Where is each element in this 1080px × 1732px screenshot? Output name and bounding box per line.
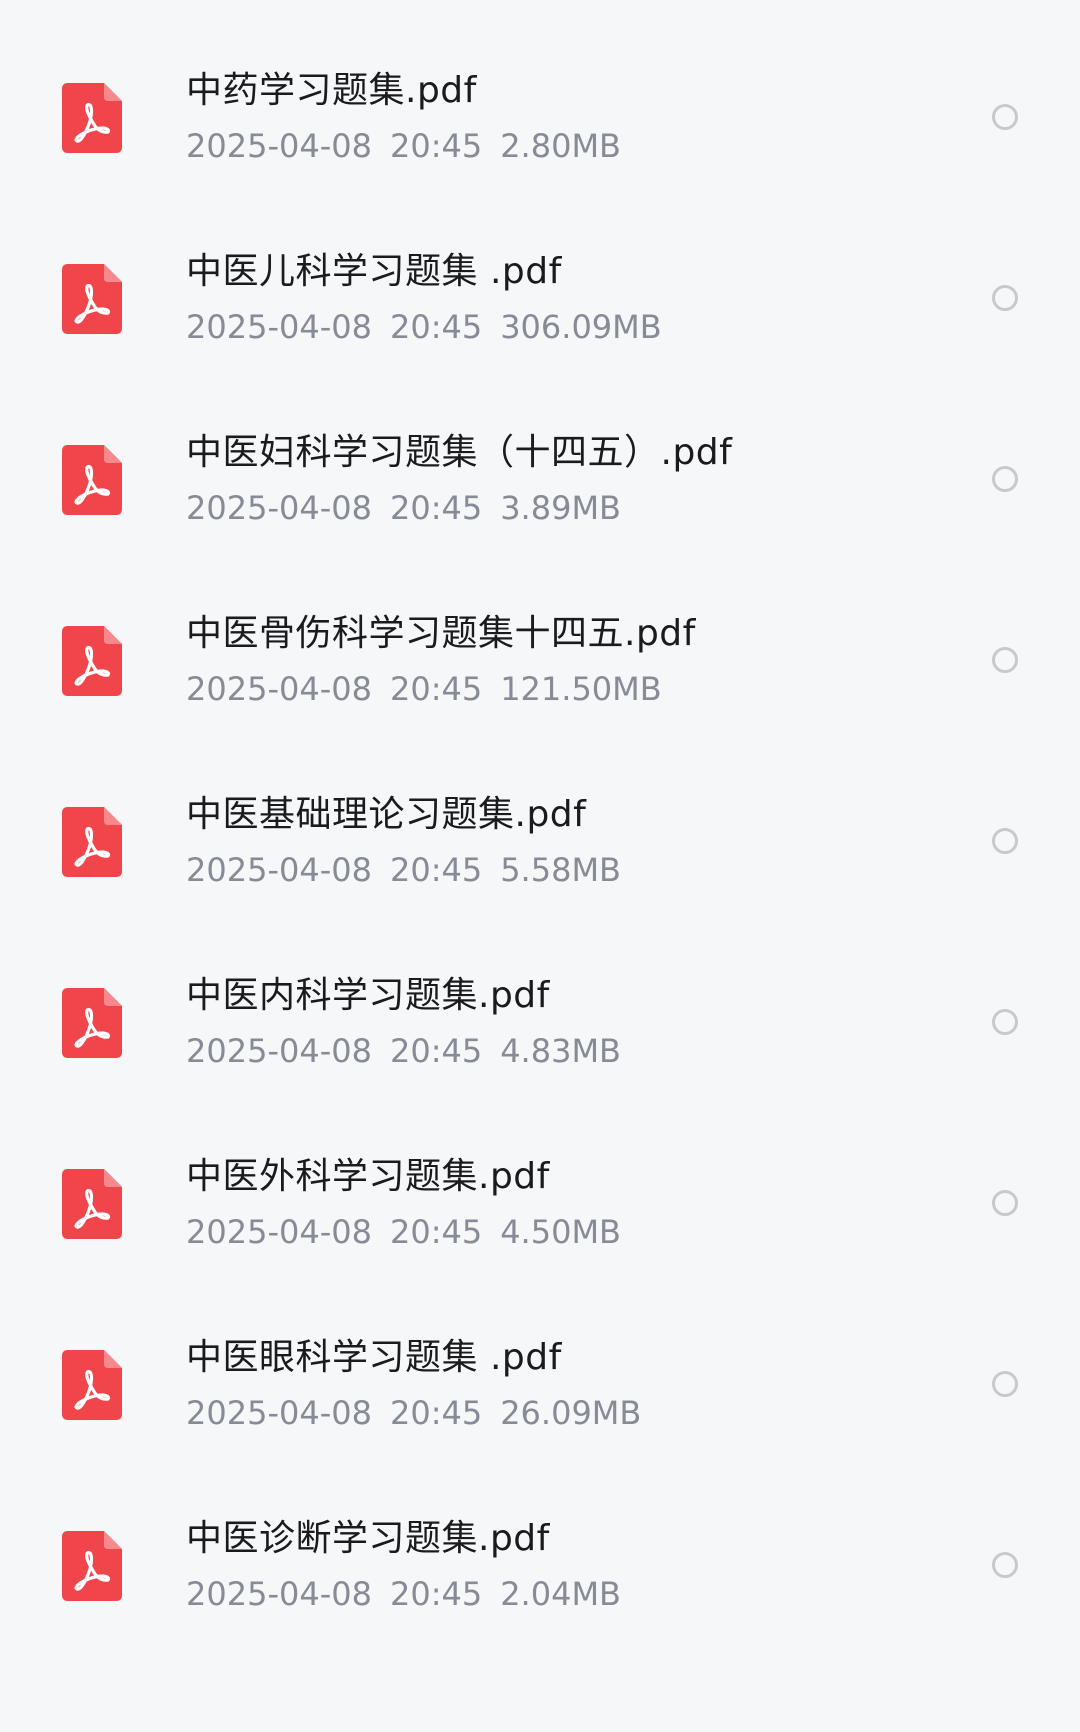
file-time: 20:45 <box>389 127 483 165</box>
file-time: 20:45 <box>389 670 483 708</box>
file-row[interactable]: 中药学习题集.pdf 2025-04-08 20:45 2.80MB <box>0 28 1080 209</box>
file-size: 2.80MB <box>500 127 621 165</box>
file-size: 4.83MB <box>500 1032 621 1070</box>
select-radio[interactable] <box>992 1552 1018 1578</box>
file-time: 20:45 <box>389 308 483 346</box>
file-row[interactable]: 中医诊断学习题集.pdf 2025-04-08 20:45 2.04MB <box>0 1476 1080 1657</box>
select-radio[interactable] <box>992 828 1018 854</box>
file-meta: 2025-04-08 20:45 3.89MB <box>186 488 960 528</box>
file-date: 2025-04-08 <box>186 670 372 708</box>
file-date: 2025-04-08 <box>186 127 372 165</box>
select-radio[interactable] <box>992 1371 1018 1397</box>
file-date: 2025-04-08 <box>186 1394 372 1432</box>
file-meta: 2025-04-08 20:45 4.83MB <box>186 1031 960 1071</box>
file-meta: 2025-04-08 20:45 2.04MB <box>186 1574 960 1614</box>
file-name: 中医基础理论习题集.pdf <box>186 794 587 835</box>
pdf-icon <box>62 1169 122 1239</box>
file-info: 中医内科学习题集.pdf 2025-04-08 20:45 4.83MB <box>186 973 960 1071</box>
file-time: 20:45 <box>389 1394 483 1432</box>
file-name: 中医眼科学习题集 .pdf <box>186 1337 562 1378</box>
pdf-icon <box>62 264 122 334</box>
pdf-icon <box>62 626 122 696</box>
file-info: 中医妇科学习题集（十四五）.pdf 2025-04-08 20:45 3.89MB <box>186 430 960 528</box>
file-row[interactable]: 中医外科学习题集.pdf 2025-04-08 20:45 4.50MB <box>0 1114 1080 1295</box>
file-time: 20:45 <box>389 851 483 889</box>
file-size: 4.50MB <box>500 1213 621 1251</box>
file-time: 20:45 <box>389 1032 483 1070</box>
file-size: 2.04MB <box>500 1575 621 1613</box>
file-meta: 2025-04-08 20:45 4.50MB <box>186 1212 960 1252</box>
file-meta: 2025-04-08 20:45 306.09MB <box>186 307 960 347</box>
pdf-icon <box>62 988 122 1058</box>
file-info: 中医眼科学习题集 .pdf 2025-04-08 20:45 26.09MB <box>186 1335 960 1433</box>
file-name: 中医儿科学习题集 .pdf <box>186 251 562 292</box>
file-size: 5.58MB <box>500 851 621 889</box>
select-radio[interactable] <box>992 104 1018 130</box>
pdf-icon <box>62 83 122 153</box>
file-date: 2025-04-08 <box>186 1032 372 1070</box>
file-name: 中医妇科学习题集（十四五）.pdf <box>186 432 733 473</box>
file-info: 中医外科学习题集.pdf 2025-04-08 20:45 4.50MB <box>186 1154 960 1252</box>
select-radio[interactable] <box>992 1190 1018 1216</box>
file-info: 中医儿科学习题集 .pdf 2025-04-08 20:45 306.09MB <box>186 249 960 347</box>
file-meta: 2025-04-08 20:45 26.09MB <box>186 1393 960 1433</box>
pdf-icon <box>62 1531 122 1601</box>
pdf-icon <box>62 807 122 877</box>
file-info: 中医基础理论习题集.pdf 2025-04-08 20:45 5.58MB <box>186 792 960 890</box>
file-row[interactable]: 中医内科学习题集.pdf 2025-04-08 20:45 4.83MB <box>0 933 1080 1114</box>
file-row[interactable]: 中医基础理论习题集.pdf 2025-04-08 20:45 5.58MB <box>0 752 1080 933</box>
file-date: 2025-04-08 <box>186 489 372 527</box>
file-size: 3.89MB <box>500 489 621 527</box>
file-time: 20:45 <box>389 489 483 527</box>
file-date: 2025-04-08 <box>186 1213 372 1251</box>
file-time: 20:45 <box>389 1575 483 1613</box>
file-name: 中医内科学习题集.pdf <box>186 975 550 1016</box>
select-radio[interactable] <box>992 647 1018 673</box>
pdf-icon <box>62 1350 122 1420</box>
select-radio[interactable] <box>992 1009 1018 1035</box>
file-size: 306.09MB <box>500 308 662 346</box>
select-radio[interactable] <box>992 466 1018 492</box>
file-meta: 2025-04-08 20:45 5.58MB <box>186 850 960 890</box>
file-date: 2025-04-08 <box>186 851 372 889</box>
file-row[interactable]: 中医骨伤科学习题集十四五.pdf 2025-04-08 20:45 121.50MB <box>0 571 1080 752</box>
file-info: 中药学习题集.pdf 2025-04-08 20:45 2.80MB <box>186 68 960 166</box>
file-name: 中医骨伤科学习题集十四五.pdf <box>186 613 696 654</box>
file-list: 中药学习题集.pdf 2025-04-08 20:45 2.80MB 中医儿科学习题… <box>0 0 1080 1732</box>
file-row[interactable]: 中医妇科学习题集（十四五）.pdf 2025-04-08 20:45 3.89MB <box>0 390 1080 571</box>
file-date: 2025-04-08 <box>186 1575 372 1613</box>
file-row[interactable]: 中医儿科学习题集 .pdf 2025-04-08 20:45 306.09MB <box>0 209 1080 390</box>
file-meta: 2025-04-08 20:45 121.50MB <box>186 669 960 709</box>
file-name: 中医诊断学习题集.pdf <box>186 1518 550 1559</box>
file-row[interactable]: 中医眼科学习题集 .pdf 2025-04-08 20:45 26.09MB <box>0 1295 1080 1476</box>
file-time: 20:45 <box>389 1213 483 1251</box>
file-size: 121.50MB <box>500 670 662 708</box>
select-radio[interactable] <box>992 285 1018 311</box>
file-info: 中医骨伤科学习题集十四五.pdf 2025-04-08 20:45 121.50MB <box>186 611 960 709</box>
file-name: 中医外科学习题集.pdf <box>186 1156 550 1197</box>
pdf-icon <box>62 445 122 515</box>
file-name: 中药学习题集.pdf <box>186 70 477 111</box>
file-size: 26.09MB <box>500 1394 642 1432</box>
file-meta: 2025-04-08 20:45 2.80MB <box>186 126 960 166</box>
file-info: 中医诊断学习题集.pdf 2025-04-08 20:45 2.04MB <box>186 1516 960 1614</box>
file-date: 2025-04-08 <box>186 308 372 346</box>
